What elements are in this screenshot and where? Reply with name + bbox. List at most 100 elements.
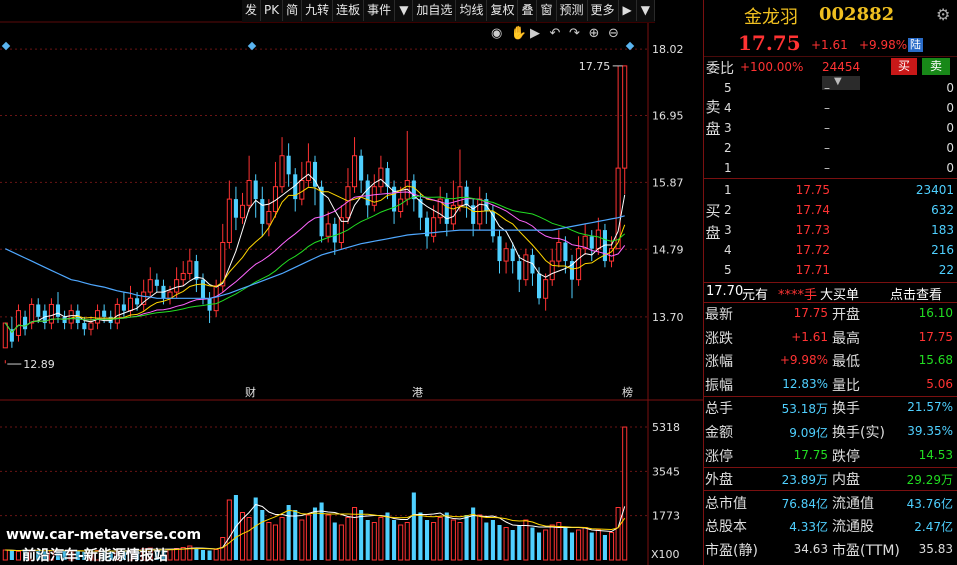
quote-value: 12.83% <box>782 376 828 391</box>
bid-row[interactable]: 4 17.72 216 <box>704 241 957 261</box>
volume-bar <box>266 522 272 561</box>
volume-bar <box>457 522 463 561</box>
book-divider-bottom <box>704 282 957 283</box>
quote-key-2: 跌停 <box>832 448 860 465</box>
chart-anchor-icon[interactable] <box>625 41 635 51</box>
volume-bar <box>530 527 535 560</box>
toolbar-predict[interactable]: 预测 <box>557 0 588 21</box>
toolbar-more[interactable]: 更多 <box>588 0 619 21</box>
quote-key-2: 换手 <box>832 401 860 418</box>
toolbar-overlay[interactable]: 叠 <box>518 0 538 21</box>
candle-body <box>595 229 601 250</box>
candle-body <box>589 236 594 249</box>
play-icon[interactable]: ▶ <box>530 26 540 41</box>
quote-row: 金额 9.09亿 换手(实) 39.35% <box>704 420 957 443</box>
quote-value-2: 29.29万 <box>906 473 953 488</box>
toolbar-jian[interactable]: 简 <box>283 0 303 21</box>
bid-row[interactable]: 1 17.75 23401 <box>704 181 957 201</box>
weibi-pct: +100.00% <box>740 60 804 74</box>
candle-body <box>114 303 120 324</box>
quote-value: 17.75 <box>793 306 828 320</box>
toolbar-ma[interactable]: 均线 <box>456 0 488 21</box>
volume-bar <box>595 529 601 561</box>
events-dropdown-icon[interactable]: ▼ <box>395 0 414 21</box>
bid-qty: 632 <box>931 203 954 217</box>
quote-key: 外盘 <box>705 472 733 489</box>
volume-bar <box>272 524 279 561</box>
toolbar-adjust[interactable]: 复权 <box>487 0 519 21</box>
quote-value: 17.75 <box>793 447 828 462</box>
ask-row[interactable]: 2 – 0 <box>704 139 957 159</box>
toolbar-jiuzhuan[interactable]: 九转 <box>302 0 334 21</box>
volume-bar <box>359 510 364 560</box>
volume-bar <box>576 529 582 561</box>
candle-body <box>622 65 628 169</box>
event-marker: 财 <box>245 385 256 399</box>
volume-bar <box>569 532 575 560</box>
toolbar-fa[interactable]: 发 <box>242 0 262 21</box>
volume-bar <box>312 507 318 560</box>
candle-body <box>556 241 562 262</box>
candle-body <box>299 180 305 200</box>
quote-row: 最新 17.75 开盘 16.10 <box>704 302 957 325</box>
toolbar-window[interactable]: 窗 <box>537 0 557 21</box>
candle-body <box>523 254 529 281</box>
quote-row: 涨跌 +1.61 最高 17.75 <box>704 326 957 349</box>
volume-bar <box>260 510 265 560</box>
toolbar-add-watchlist[interactable]: 加自选 <box>413 0 457 21</box>
candle-body <box>82 323 87 330</box>
bid-row[interactable]: 5 17.71 22 <box>704 261 957 281</box>
volume-bar <box>497 525 502 560</box>
expand-panel-icon[interactable]: ▶ <box>619 0 637 21</box>
watermark-url: www.car-metaverse.com <box>6 527 202 543</box>
quote-row: 总手 53.18万 换手 21.57% <box>704 396 957 419</box>
candle-body <box>127 297 134 312</box>
sell-button[interactable]: 卖 <box>922 58 950 75</box>
bid-qty: 183 <box>931 223 954 237</box>
bid-row[interactable]: 2 17.74 632 <box>704 201 957 221</box>
chart-anchor-icon[interactable] <box>1 41 11 51</box>
candle-body <box>233 199 238 218</box>
bid-level: 1 <box>724 183 732 197</box>
ask-row[interactable]: 1 – 0 <box>704 159 957 179</box>
volume-tick: 3545 <box>652 465 680 478</box>
hand-icon[interactable]: ✋ <box>511 25 527 41</box>
gear-icon[interactable]: ⚙ <box>936 5 950 24</box>
price-tick: 18.02 <box>652 43 684 56</box>
chart-area[interactable]: 18.02 16.95 15.87 14.79 13.70 5318 3545 1773 X10… <box>0 0 703 565</box>
ask-row[interactable]: 5 – 0 <box>704 79 957 99</box>
zoom-out-icon[interactable]: ⊖ <box>608 26 619 41</box>
candle-body <box>147 279 153 293</box>
ask-level: 1 <box>724 161 732 175</box>
bid-qty: 23401 <box>915 183 954 197</box>
price-tick: 14.79 <box>652 243 684 256</box>
ask-qty: 0 <box>946 101 954 115</box>
volume-bar <box>477 514 483 561</box>
toolbar-pk[interactable]: PK <box>261 0 284 21</box>
toolbar-events[interactable]: 事件 <box>364 0 396 21</box>
ask-row[interactable]: 3 – 0 <box>704 119 957 139</box>
volume-bar <box>398 524 404 561</box>
volume-bar <box>220 537 226 561</box>
big-order-view-link[interactable]: 点击查看 <box>890 284 942 303</box>
weibi-label: 委比 <box>706 61 734 77</box>
bid-price: 17.71 <box>795 263 830 277</box>
volume-bar <box>15 550 22 561</box>
undo-icon[interactable]: ↶ <box>550 26 561 41</box>
toolbar-lianban[interactable]: 连板 <box>333 0 365 21</box>
quote-key: 振幅 <box>705 377 733 394</box>
kline-chart[interactable]: 18.02 16.95 15.87 14.79 13.70 5318 3545 1773 X10… <box>0 0 703 565</box>
bid-row[interactable]: 3 17.73 183 <box>704 221 957 241</box>
quote-value: 4.33亿 <box>789 520 828 535</box>
big-order-hidden-qty: ****手 <box>778 288 818 303</box>
buy-button[interactable]: 买 <box>891 58 917 75</box>
candle-body <box>457 186 463 206</box>
quote-key-2: 内盘 <box>832 472 860 489</box>
redo-icon[interactable]: ↷ <box>569 26 581 41</box>
ask-row[interactable]: 4 – 0 <box>704 99 957 119</box>
zoom-in-icon[interactable]: ⊕ <box>589 26 600 41</box>
eye-icon[interactable]: ◉ <box>491 26 502 41</box>
quote-value: +9.98% <box>779 353 828 368</box>
toolbar-dropdown-icon[interactable]: ▼ <box>637 0 655 21</box>
chart-anchor-icon[interactable] <box>247 41 257 51</box>
